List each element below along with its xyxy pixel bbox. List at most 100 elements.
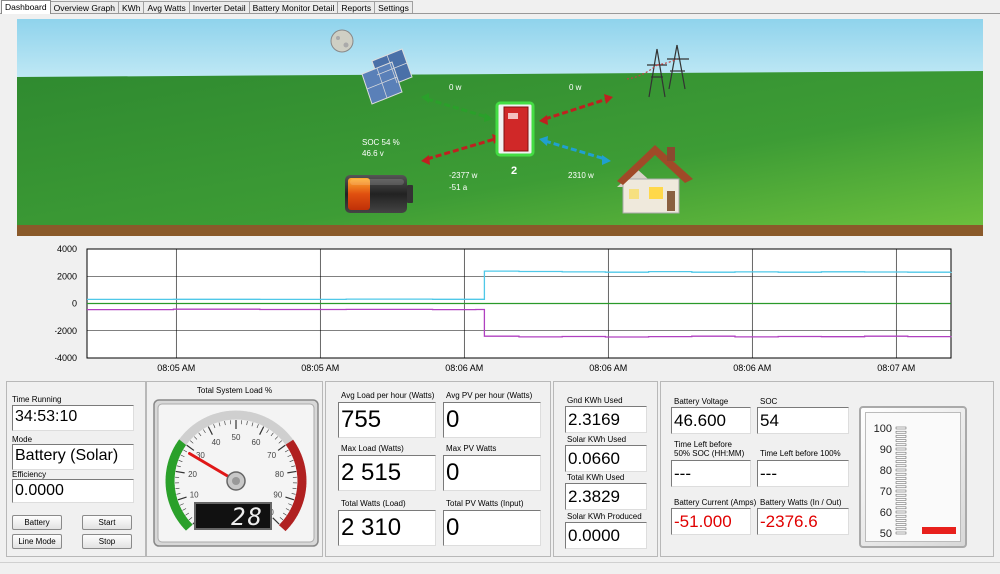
- soc-scale-tick: [895, 443, 907, 447]
- start-button[interactable]: Start: [82, 515, 132, 530]
- soc-scale-tick: [895, 472, 907, 476]
- mode-field: Battery (Solar): [12, 444, 134, 470]
- soc-tick-label: 80: [880, 465, 892, 477]
- gauge-readout-value: 28: [231, 503, 264, 531]
- soc-scale-tick: [895, 456, 907, 459]
- battery-current-label: Battery Current (Amps): [674, 498, 757, 507]
- soc-scale-tick: [895, 464, 907, 468]
- battery-watts-label: -2377 w: [449, 171, 478, 180]
- battery-button[interactable]: Battery: [12, 515, 62, 530]
- gauge-tick-label: 20: [188, 470, 197, 479]
- gnd-kwh-field: 2.3169: [565, 406, 647, 433]
- avg-pv-field: 0: [443, 402, 541, 438]
- total-load-field: 2 310: [338, 510, 436, 546]
- gauge-tick-label: 60: [252, 438, 261, 447]
- status-panel: Time Running 34:53:10 Mode Battery (Sola…: [6, 381, 146, 557]
- soc-field: 54: [757, 407, 849, 434]
- kwh-panel: Gnd KWh Used 2.3169 Solar KWh Used 0.066…: [553, 381, 658, 557]
- gauge-tick-label: 40: [212, 438, 221, 447]
- battery-voltage-label: Battery Voltage: [674, 397, 729, 406]
- x-tick-label: 08:05 AM: [157, 363, 195, 373]
- line-mode-button[interactable]: Line Mode: [12, 534, 62, 549]
- solar-kwh-produced-field: 0.0000: [565, 522, 647, 549]
- scene-illustration: [17, 19, 983, 236]
- inverter-icon: [495, 101, 535, 157]
- soc-tick-label: 70: [880, 486, 892, 498]
- gauge-arc-segment: [278, 522, 288, 532]
- load-gauge-panel: Total System Load % 01020304050607080901…: [146, 381, 323, 557]
- battery-amps-label: -51 a: [449, 183, 468, 192]
- soc-scale-tick: [895, 485, 907, 489]
- soc-meter-face: 100 90 80 70 60 50: [865, 412, 961, 542]
- gauge-tick-label: 50: [232, 433, 241, 442]
- soc-scale-tick: [895, 426, 907, 430]
- status-bar: [0, 562, 1000, 574]
- x-tick-label: 08:05 AM: [301, 363, 339, 373]
- grid-watts-label: 0 w: [569, 83, 582, 92]
- y-tick-label: -2000: [55, 326, 77, 336]
- pv-watts-label: 0 w: [449, 83, 462, 92]
- tab-bar: Dashboard Overview Graph KWh Avg Watts I…: [0, 0, 1000, 14]
- inverter-number-label: 2: [511, 165, 518, 177]
- soc-scale-tick: [895, 523, 907, 526]
- soc-scale-tick: [895, 489, 907, 493]
- avg-pv-label: Avg PV per hour (Watts): [446, 391, 533, 400]
- total-pv-label: Total PV Watts (Input): [446, 499, 524, 508]
- avg-load-field: 755: [338, 402, 436, 438]
- gauge-tick-label: 80: [275, 470, 284, 479]
- soc-tick-label: 60: [880, 507, 892, 519]
- soc-scale-tick: [895, 531, 907, 535]
- gauge-tick-label: 10: [190, 491, 199, 500]
- time-left-50-label-2: 50% SOC (HH:MM): [674, 449, 745, 458]
- battery-watts-field: -2376.6: [757, 508, 849, 535]
- x-tick-label: 08:06 AM: [589, 363, 627, 373]
- y-tick-label: 0: [72, 299, 77, 309]
- soc-scale-tick: [895, 502, 907, 505]
- battery-volts-label: 46.6 v: [362, 149, 384, 158]
- time-left-100-label: Time Left before 100%: [760, 449, 841, 458]
- soc-scale-tick: [895, 451, 907, 455]
- soc-scale-tick: [895, 468, 907, 472]
- total-kwh-used-label: Total KWh Used: [567, 473, 625, 482]
- gauge-tick-label: 70: [267, 451, 276, 460]
- time-left-50-field: ---: [671, 460, 751, 487]
- gnd-kwh-label: Gnd KWh Used: [567, 396, 623, 405]
- x-tick-label: 08:06 AM: [445, 363, 483, 373]
- gauge-digital-readout: 28: [194, 502, 272, 530]
- load-watts-label: 2310 w: [568, 171, 594, 180]
- solar-kwh-used-field: 0.0660: [565, 445, 647, 472]
- solar-kwh-used-label: Solar KWh Used: [567, 435, 627, 444]
- max-load-label: Max Load (Watts): [341, 444, 404, 453]
- soc-field-label: SOC: [760, 397, 778, 406]
- time-left-100-field: ---: [757, 460, 849, 487]
- soc-scale-tick: [895, 460, 907, 463]
- battery-voltage-field: 46.600: [671, 407, 751, 434]
- max-load-field: 2 515: [338, 455, 436, 491]
- y-tick-label: 4000: [57, 244, 77, 254]
- tab-dashboard[interactable]: Dashboard: [1, 0, 51, 14]
- soc-tick-label: 90: [880, 444, 892, 456]
- tab-divider: [0, 13, 1000, 14]
- soc-scale-tick: [895, 493, 907, 497]
- soc-scale-tick: [895, 447, 907, 451]
- soc-scale-tick: [895, 527, 907, 531]
- total-load-label: Total Watts (Load): [341, 499, 406, 508]
- total-kwh-used-field: 2.3829: [565, 483, 647, 510]
- battery-panel: Battery Voltage 46.600 SOC 54 Time Left …: [660, 381, 994, 557]
- gauge-tick-label: 90: [273, 491, 282, 500]
- soc-scale-tick: [895, 498, 907, 501]
- soc-tick-label: 50: [880, 528, 892, 540]
- power-line-chart: 4000 2000 0 -2000 -4000 08:05 AM 08:05 AM 08:06…: [55, 244, 952, 373]
- soc-scale-tick: [895, 435, 907, 438]
- soc-level-bar: [922, 527, 956, 534]
- soc-scale-tick: [895, 514, 907, 518]
- soc-tick-label: 100: [874, 423, 892, 435]
- solar-kwh-produced-label: Solar KWh Produced: [567, 512, 642, 521]
- time-running-field: 34:53:10: [12, 405, 134, 431]
- battery-watts-label: Battery Watts (In / Out): [760, 498, 842, 507]
- mode-label: Mode: [12, 435, 33, 444]
- soc-scale-tick: [895, 519, 907, 522]
- max-pv-field: 0: [443, 455, 541, 491]
- stop-button[interactable]: Stop: [82, 534, 132, 549]
- soc-meter-scale: 100 90 80 70 60 50: [874, 423, 956, 540]
